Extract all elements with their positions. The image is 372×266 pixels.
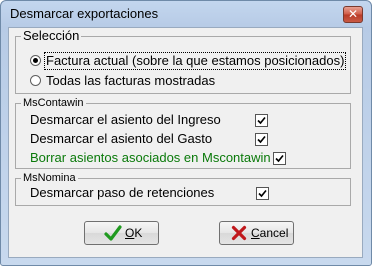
seleccion-group: Selección Factura actual (sobre la que e… bbox=[15, 28, 351, 94]
radio-label-todas-facturas: Todas las facturas mostradas bbox=[46, 73, 216, 88]
msnomina-legend: MsNomina bbox=[21, 171, 78, 185]
close-button[interactable]: ✕ bbox=[343, 6, 363, 23]
radio-button[interactable] bbox=[30, 55, 41, 66]
checkbox-asiento-gasto[interactable] bbox=[255, 133, 268, 146]
checkmark-icon bbox=[275, 154, 284, 163]
checkmark-icon bbox=[257, 116, 266, 125]
ok-button[interactable]: OK bbox=[84, 221, 159, 245]
label-asiento-ingreso: Desmarcar el asiento del Ingreso bbox=[30, 112, 221, 127]
close-icon: ✕ bbox=[347, 7, 359, 21]
radio-factura-actual[interactable]: Factura actual (sobre la que estamos pos… bbox=[29, 52, 347, 70]
seleccion-legend: Selección bbox=[21, 28, 82, 44]
check-icon bbox=[104, 225, 122, 241]
radio-todas-facturas[interactable]: Todas las facturas mostradas bbox=[29, 72, 279, 90]
label-asiento-gasto: Desmarcar el asiento del Gasto bbox=[30, 131, 213, 146]
title-bar[interactable]: Desmarcar exportaciones ✕ bbox=[1, 1, 371, 29]
msnomina-group: MsNomina Desmarcar paso de retenciones bbox=[15, 171, 351, 206]
ok-button-label: OK bbox=[125, 226, 143, 240]
cancel-button-label: Cancel bbox=[251, 226, 289, 240]
radio-dot bbox=[33, 58, 38, 63]
checkbox-paso-retenciones[interactable] bbox=[256, 187, 269, 200]
radio-button[interactable] bbox=[30, 75, 41, 86]
checkbox-borrar-asientos[interactable] bbox=[273, 152, 286, 165]
dialog-body: Selección Factura actual (sobre la que e… bbox=[8, 27, 363, 258]
x-icon bbox=[231, 225, 247, 241]
window-title: Desmarcar exportaciones bbox=[10, 6, 159, 21]
radio-label-factura-actual: Factura actual (sobre la que estamos pos… bbox=[46, 53, 345, 68]
label-paso-retenciones: Desmarcar paso de retenciones bbox=[30, 185, 215, 200]
mscontawin-group: MsContawin Desmarcar el asiento del Ingr… bbox=[15, 96, 351, 169]
checkmark-icon bbox=[257, 135, 266, 144]
mscontawin-legend: MsContawin bbox=[21, 96, 86, 110]
dialog-window: Desmarcar exportaciones ✕ Selección Fact… bbox=[0, 0, 372, 266]
label-borrar-asientos: Borrar asientos asociados en Mscontawin bbox=[30, 150, 271, 165]
cancel-button[interactable]: Cancel bbox=[219, 221, 294, 245]
checkbox-asiento-ingreso[interactable] bbox=[255, 114, 268, 127]
checkmark-icon bbox=[258, 189, 267, 198]
